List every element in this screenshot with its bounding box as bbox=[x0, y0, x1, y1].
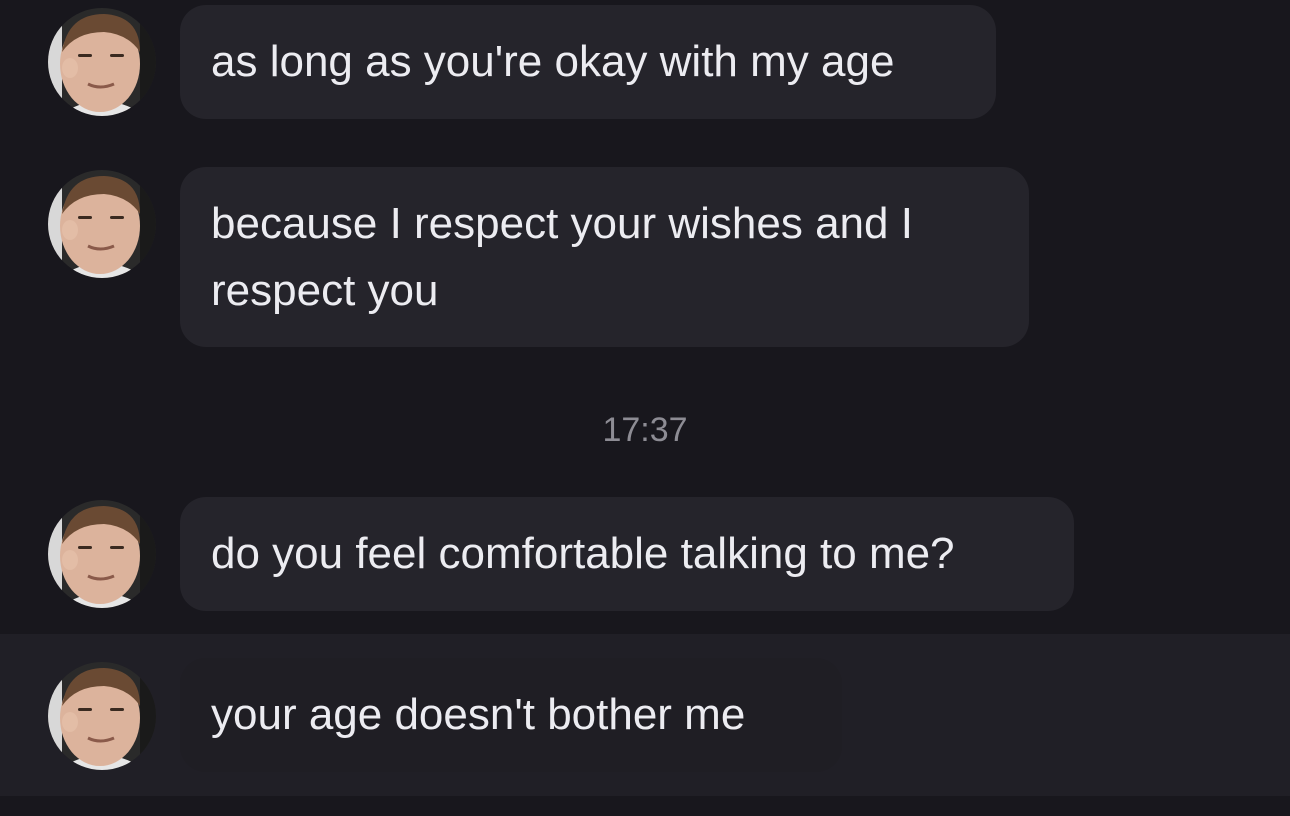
profile-photo-icon bbox=[48, 662, 156, 770]
message-row: as long as you're okay with my age bbox=[0, 0, 1290, 130]
message-bubble[interactable]: because I respect your wishes and I resp… bbox=[180, 167, 1029, 347]
message-row-selected: your age doesn't bother me bbox=[0, 634, 1290, 796]
profile-photo-icon bbox=[48, 500, 156, 608]
message-bubble[interactable]: do you feel comfortable talking to me? bbox=[180, 497, 1074, 611]
message-row: because I respect your wishes and I resp… bbox=[0, 162, 1290, 352]
message-bubble[interactable]: your age doesn't bother me bbox=[180, 658, 842, 772]
chat-thread: as long as you're okay with my age becau… bbox=[0, 0, 1290, 816]
avatar[interactable] bbox=[48, 8, 156, 116]
timestamp: 17:37 bbox=[602, 411, 688, 449]
message-row: do you feel comfortable talking to me? bbox=[0, 492, 1290, 622]
message-bubble[interactable]: as long as you're okay with my age bbox=[180, 5, 996, 119]
avatar[interactable] bbox=[48, 170, 156, 278]
profile-photo-icon bbox=[48, 8, 156, 116]
profile-photo-icon bbox=[48, 170, 156, 278]
avatar[interactable] bbox=[48, 662, 156, 770]
avatar[interactable] bbox=[48, 500, 156, 608]
